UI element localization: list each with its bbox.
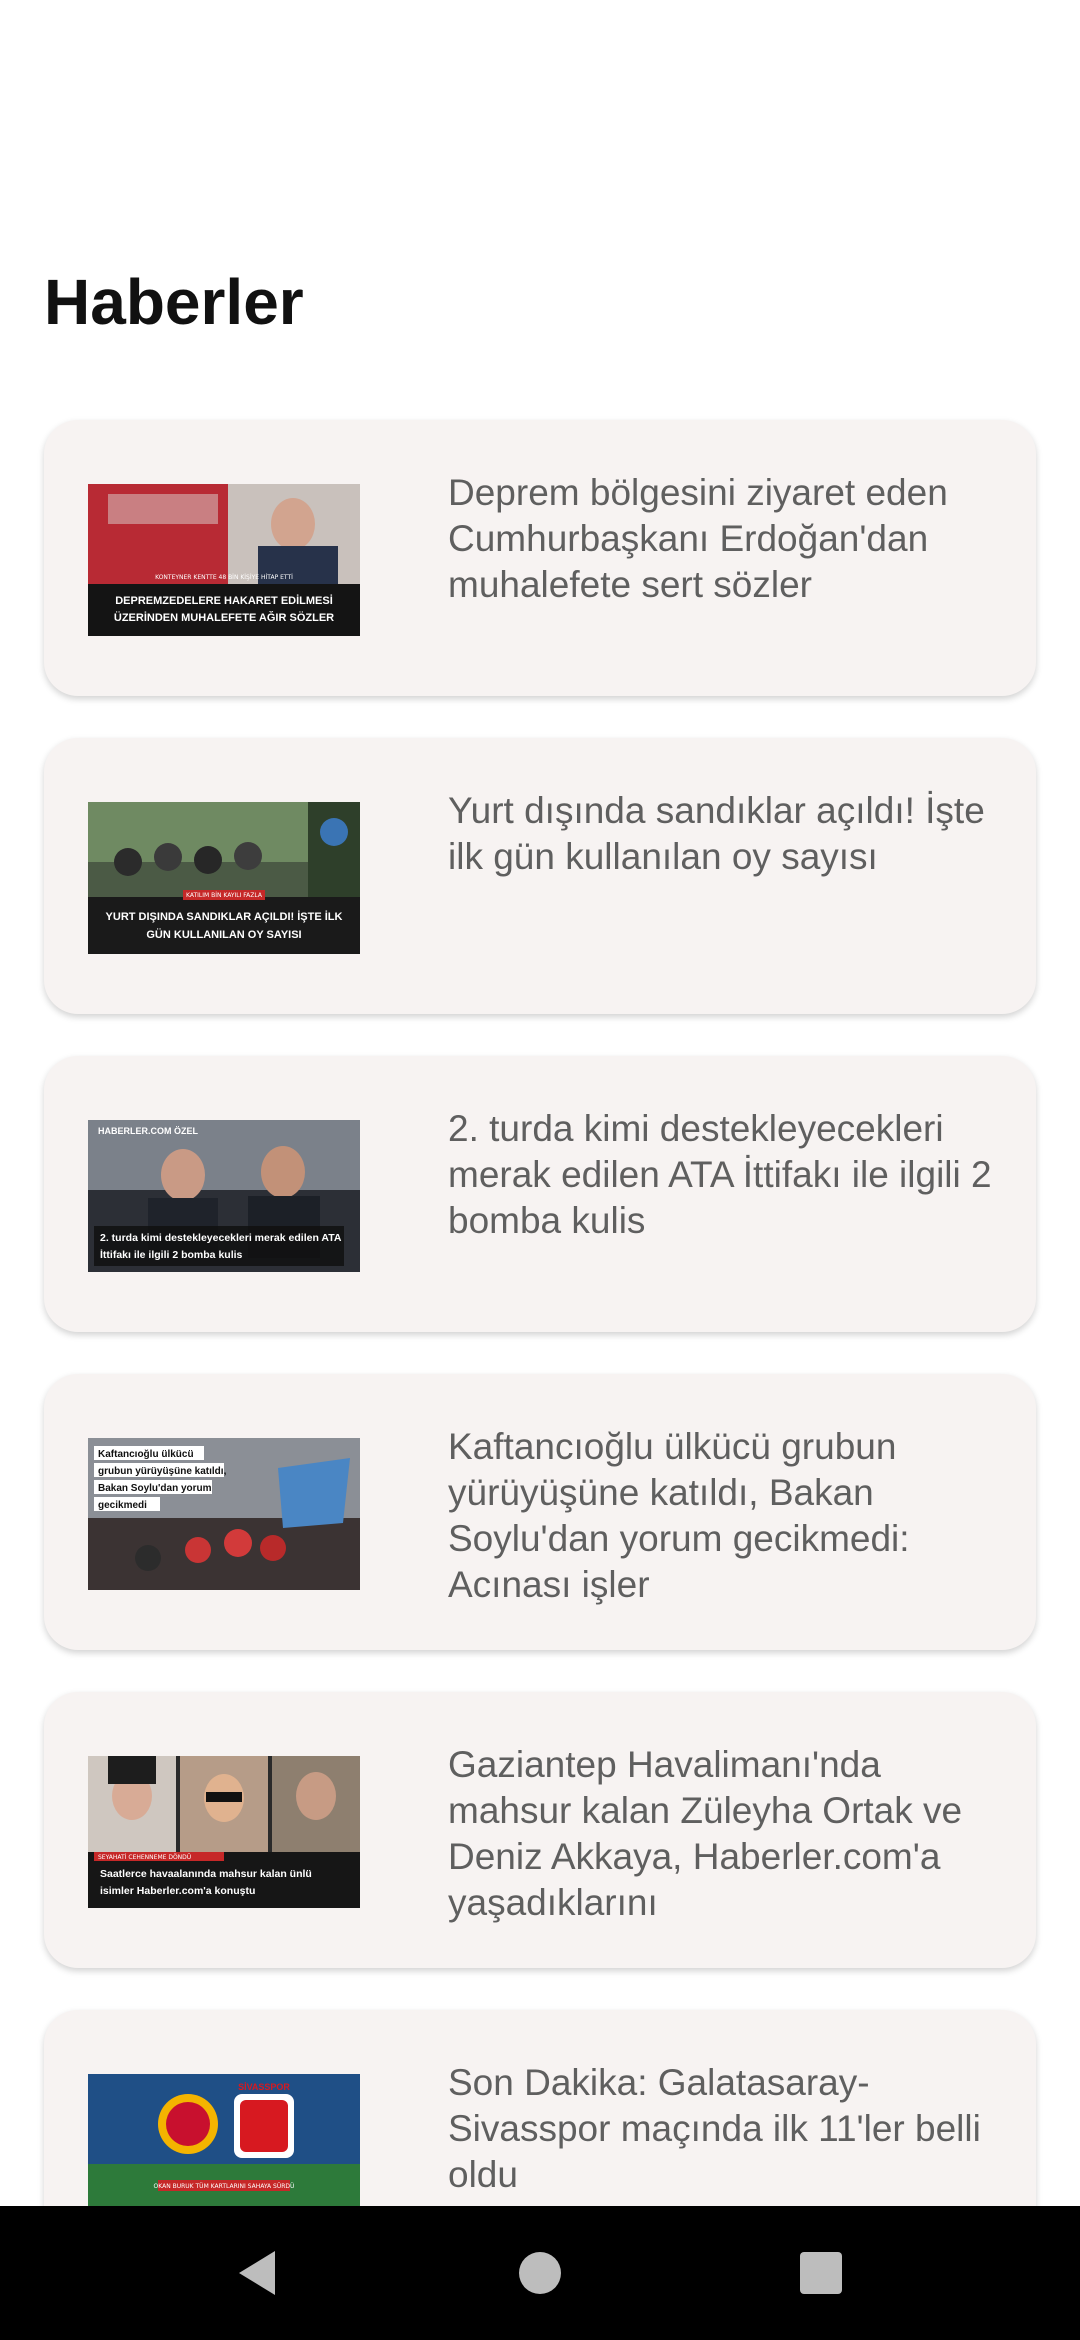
news-title: Kaftancıoğlu ülkücü grubun yürüyüşüne ka…	[448, 1426, 910, 1605]
news-title: 2. turda kimi destekleyecekleri merak ed…	[448, 1108, 992, 1241]
thumbnail-image: SİVASSPOR OKAN BURUK TÜM KARTLARINI SAHA…	[88, 2074, 360, 2206]
thumb-headline: 2. turda kimi destekleyecekleri merak ed…	[100, 1232, 342, 1244]
news-card[interactable]: Kaftancıoğlu ülkücü grubun yürüyüşüne ka…	[44, 1374, 1036, 1650]
recents-square-icon	[800, 2252, 842, 2294]
news-card[interactable]: SEYAHATİ CEHENNEME DÖNDÜ Saatlerce havaa…	[44, 1692, 1036, 1968]
thumb-line: gecikmedi	[98, 1500, 147, 1511]
news-thumbnail: SEYAHATİ CEHENNEME DÖNDÜ Saatlerce havaa…	[88, 1756, 360, 1908]
thumb-line: Bakan Soylu'dan yorum	[98, 1483, 212, 1494]
news-thumbnail: HABERLER.COM ÖZEL 2. turda kimi destekle…	[88, 1120, 360, 1272]
system-navigation-bar	[0, 2206, 1080, 2340]
thumbnail-image: SEYAHATİ CEHENNEME DÖNDÜ Saatlerce havaa…	[88, 1756, 360, 1908]
thumb-headline: isimler Haberler.com'a konuştu	[100, 1885, 255, 1897]
news-list[interactable]: Haberler KONTEYNER KENTTE 48 BİN KİŞİYE …	[0, 0, 1080, 2206]
news-card[interactable]: HABERLER.COM ÖZEL 2. turda kimi destekle…	[44, 1056, 1036, 1332]
thumb-kicker: HABERLER.COM ÖZEL	[98, 1126, 199, 1136]
home-circle-icon	[519, 2252, 561, 2294]
thumb-kicker: SEYAHATİ CEHENNEME DÖNDÜ	[98, 1854, 191, 1861]
thumbnail-image: HABERLER.COM ÖZEL 2. turda kimi destekle…	[88, 1120, 360, 1272]
screen: Haberler KONTEYNER KENTTE 48 BİN KİŞİYE …	[0, 0, 1080, 2340]
thumb-headline: DEPREMZEDELERE HAKARET EDİLMESİ	[115, 594, 333, 607]
home-button[interactable]	[473, 2206, 607, 2340]
news-title: Son Dakika: Galatasaray-Sivasspor maçınd…	[448, 2062, 981, 2195]
thumb-kicker: SİVASSPOR	[238, 2082, 290, 2092]
news-card[interactable]: SİVASSPOR OKAN BURUK TÜM KARTLARINI SAHA…	[44, 2010, 1036, 2206]
thumb-kicker: KONTEYNER KENTTE 48 BİN KİŞİYE HİTAP ETT…	[155, 574, 293, 581]
back-triangle-icon	[239, 2251, 275, 2295]
news-thumbnail: Kaftancıoğlu ülkücü grubun yürüyüşüne ka…	[88, 1438, 360, 1590]
thumb-headline: ÜZERİNDEN MUHALEFETE AĞIR SÖZLER	[114, 611, 334, 624]
thumb-headline: OKAN BURUK TÜM KARTLARINI SAHAYA SÜRDÜ	[154, 2183, 295, 2190]
news-title: Gaziantep Havalimanı'nda mahsur kalan Zü…	[448, 1744, 963, 1923]
news-title: Deprem bölgesini ziyaret eden Cumhurbaşk…	[448, 472, 948, 605]
thumb-headline: İttifakı ile ilgili 2 bomba kulis	[100, 1248, 243, 1261]
news-thumbnail: KONTEYNER KENTTE 48 BİN KİŞİYE HİTAP ETT…	[88, 484, 360, 636]
thumbnail-image: Kaftancıoğlu ülkücü grubun yürüyüşüne ka…	[88, 1438, 360, 1590]
news-thumbnail: KATILIM BİN KAYILI FAZLA YURT DIŞINDA SA…	[88, 802, 360, 954]
news-thumbnail: SİVASSPOR OKAN BURUK TÜM KARTLARINI SAHA…	[88, 2074, 360, 2206]
thumb-headline: YURT DIŞINDA SANDIKLAR AÇILDI! İŞTE İLK	[106, 910, 343, 923]
thumb-line: Kaftancıoğlu ülkücü	[98, 1449, 194, 1460]
back-button[interactable]	[190, 2206, 324, 2340]
thumb-headline: Saatlerce havaalanında mahsur kalan ünlü	[100, 1868, 312, 1880]
news-card[interactable]: KATILIM BİN KAYILI FAZLA YURT DIŞINDA SA…	[44, 738, 1036, 1014]
thumb-line: grubun yürüyüşüne katıldı,	[98, 1466, 227, 1477]
news-title: Yurt dışında sandıklar açıldı! İşte ilk …	[448, 790, 985, 877]
recents-button[interactable]	[754, 2206, 888, 2340]
thumb-headline: GÜN KULLANILAN OY SAYISI	[146, 928, 301, 941]
thumbnail-image: KATILIM BİN KAYILI FAZLA YURT DIŞINDA SA…	[88, 802, 360, 954]
news-card[interactable]: KONTEYNER KENTTE 48 BİN KİŞİYE HİTAP ETT…	[44, 420, 1036, 696]
thumb-kicker: KATILIM BİN KAYILI FAZLA	[186, 892, 263, 899]
thumbnail-image: KONTEYNER KENTTE 48 BİN KİŞİYE HİTAP ETT…	[88, 484, 360, 636]
page-title: Haberler	[44, 266, 304, 338]
